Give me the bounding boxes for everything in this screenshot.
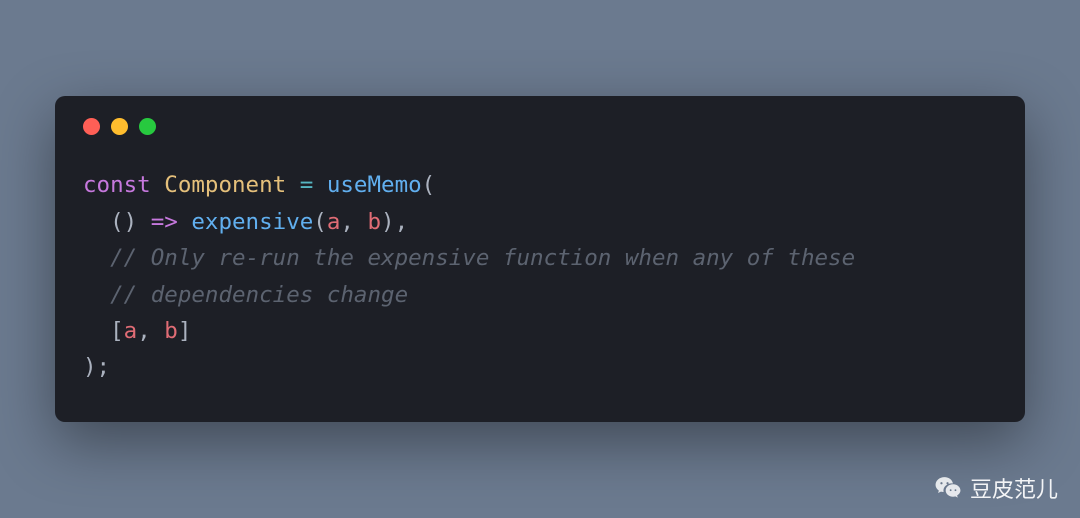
minimize-dot-icon <box>111 118 128 135</box>
code-block: const Component = useMemo( () => expensi… <box>83 167 997 386</box>
comma: , <box>340 209 367 235</box>
code-line-1: const Component = useMemo( <box>83 172 435 198</box>
maximize-dot-icon <box>139 118 156 135</box>
dep-a: a <box>124 318 138 344</box>
code-editor-window: const Component = useMemo( () => expensi… <box>55 96 1025 422</box>
args-close: ) <box>381 209 395 235</box>
function-expensive: expensive <box>191 209 313 235</box>
close-dot-icon <box>83 118 100 135</box>
dep-b: b <box>164 318 178 344</box>
semicolon: ; <box>97 354 111 380</box>
paren-open: ( <box>110 209 124 235</box>
function-usememo: useMemo <box>327 172 422 198</box>
wechat-icon <box>934 474 962 502</box>
traffic-lights <box>83 118 997 135</box>
args-open: ( <box>313 209 327 235</box>
bracket-close: ] <box>178 318 192 344</box>
identifier-component: Component <box>164 172 286 198</box>
code-line-6: ); <box>83 354 110 380</box>
operator-eq: = <box>300 172 314 198</box>
trailing-comma: , <box>395 209 409 235</box>
comment-line: // Only re-run the expensive function wh… <box>110 245 855 271</box>
paren-close: ) <box>124 209 138 235</box>
keyword-const: const <box>83 172 151 198</box>
code-line-5: [a, b] <box>83 318 191 344</box>
comment-line: // dependencies change <box>110 282 408 308</box>
paren-open: ( <box>422 172 436 198</box>
comma: , <box>137 318 164 344</box>
code-line-4: // dependencies change <box>83 282 408 308</box>
param-b: b <box>367 209 381 235</box>
arrow-operator: => <box>151 209 178 235</box>
watermark-text: 豆皮范儿 <box>970 472 1058 504</box>
param-a: a <box>327 209 341 235</box>
code-line-2: () => expensive(a, b), <box>83 209 408 235</box>
code-line-3: // Only re-run the expensive function wh… <box>83 245 855 271</box>
watermark: 豆皮范儿 <box>934 472 1058 504</box>
paren-close: ) <box>83 354 97 380</box>
bracket-open: [ <box>110 318 124 344</box>
